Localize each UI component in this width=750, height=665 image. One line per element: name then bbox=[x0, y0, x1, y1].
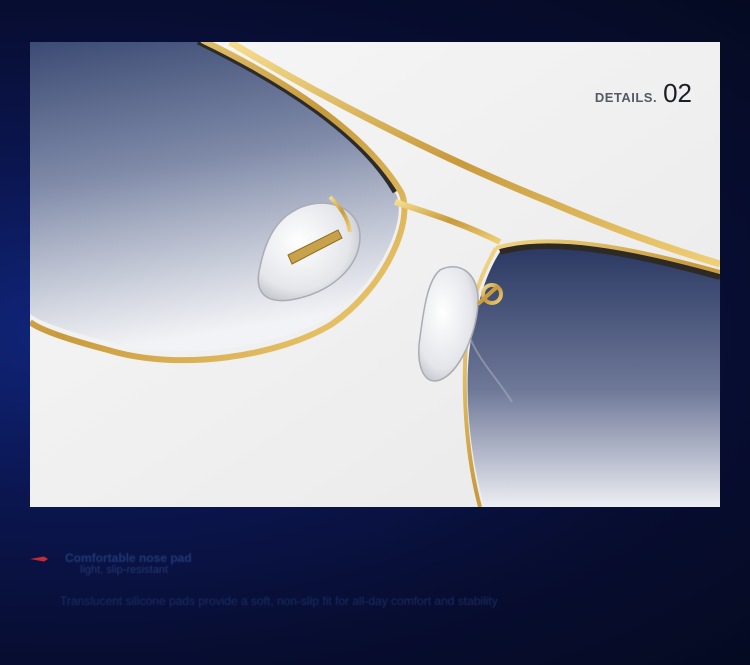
sunglasses-illustration bbox=[30, 42, 720, 507]
caption-subtitle: light, slip-resistant bbox=[80, 564, 169, 576]
details-label: DETAILS. bbox=[594, 90, 658, 105]
product-photo: DETAILS. 02 bbox=[30, 42, 720, 507]
details-heading: DETAILS. 02 bbox=[595, 78, 692, 109]
caption-title: Comfortable nose pad bbox=[65, 551, 192, 565]
right-lens bbox=[467, 246, 720, 507]
red-arrow-icon bbox=[30, 556, 48, 562]
caption-description: Translucent silicone pads provide a soft… bbox=[60, 594, 498, 608]
details-number: 02 bbox=[663, 78, 692, 108]
